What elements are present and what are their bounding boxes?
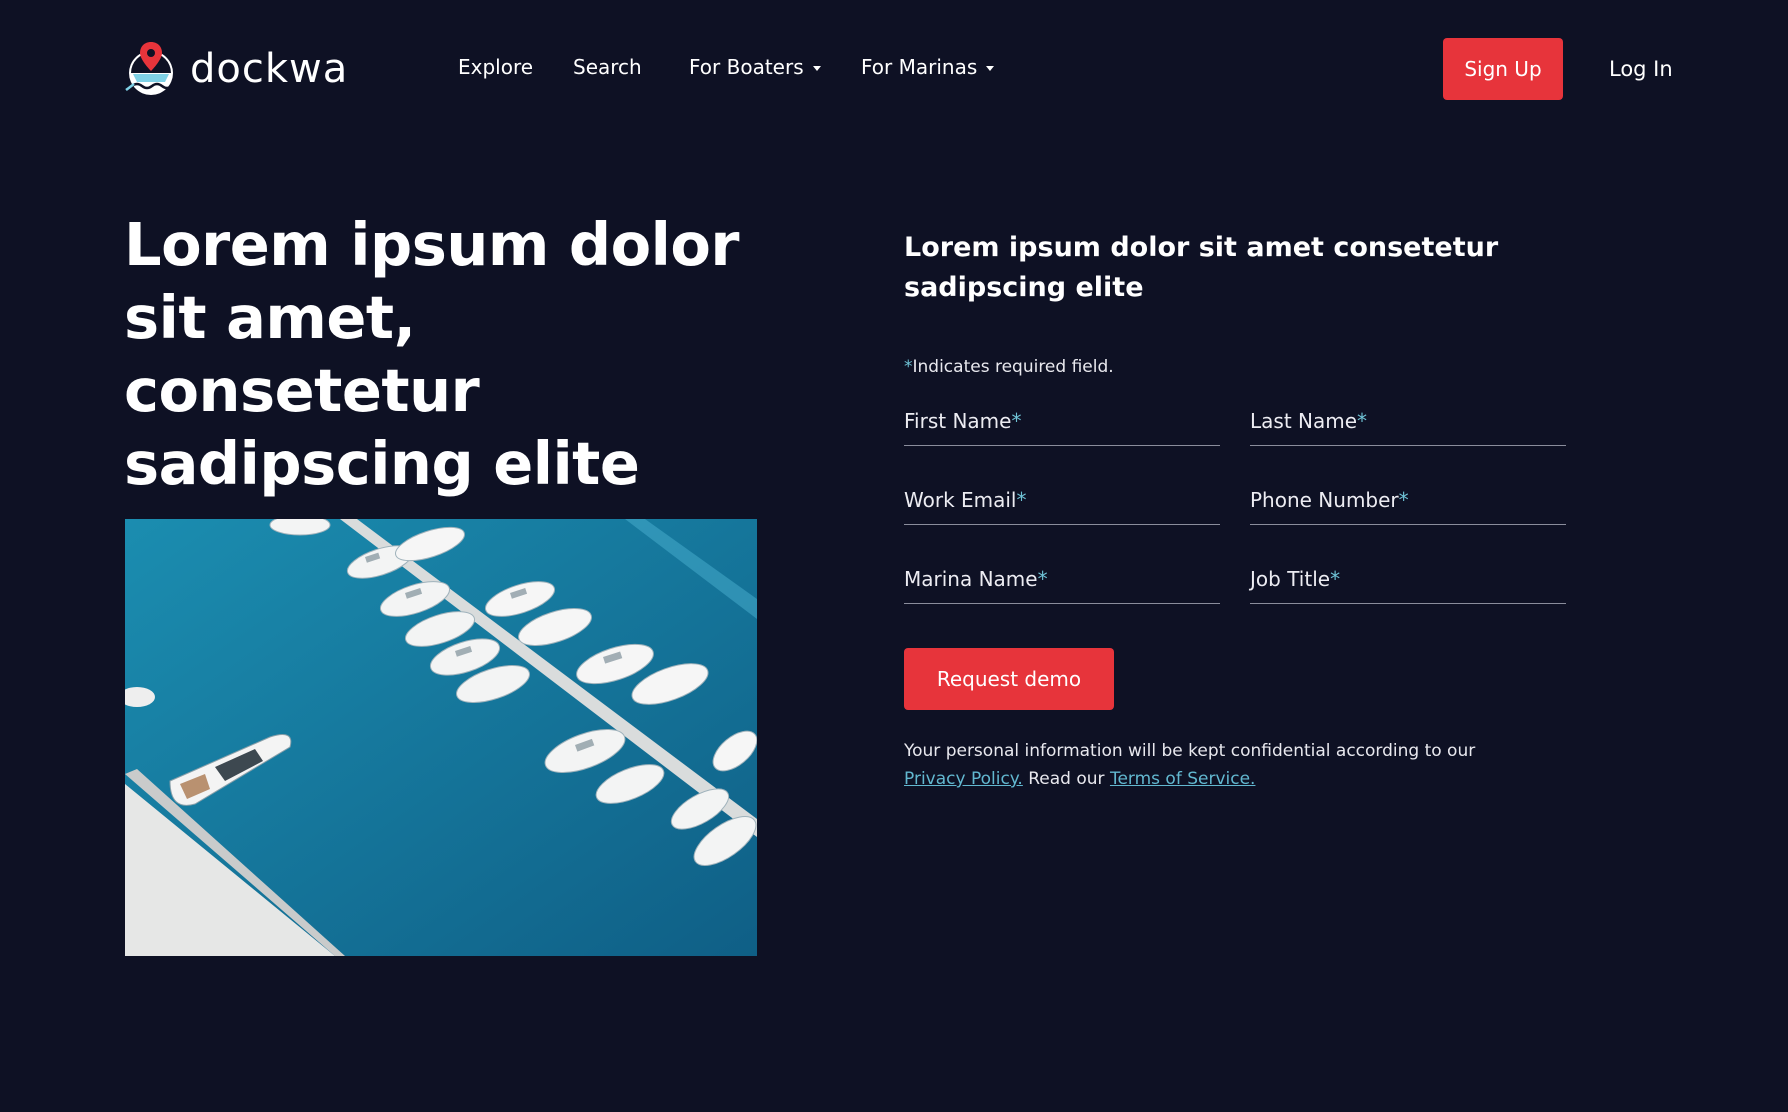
- required-note: *Indicates required field.: [904, 357, 1114, 377]
- job-title-field[interactable]: Job Title*: [1250, 555, 1566, 604]
- nav-for-boaters-label: For Boaters: [689, 55, 804, 79]
- phone-number-label: Phone Number*: [1250, 488, 1409, 512]
- job-title-label: Job Title*: [1250, 567, 1341, 591]
- location-pin-boat-icon: [125, 42, 173, 95]
- log-in-link[interactable]: Log In: [1609, 57, 1673, 81]
- marina-name-label: Marina Name*: [904, 567, 1048, 591]
- first-name-label: First Name*: [904, 409, 1022, 433]
- nav-search-label: Search: [573, 55, 642, 79]
- last-name-label: Last Name*: [1250, 409, 1368, 433]
- privacy-text: Your personal information will be kept c…: [904, 741, 1476, 761]
- nav-for-boaters[interactable]: For Boaters: [689, 55, 821, 79]
- marina-name-field[interactable]: Marina Name*: [904, 555, 1220, 604]
- phone-number-field[interactable]: Phone Number*: [1250, 476, 1566, 525]
- marina-photo: [125, 519, 757, 956]
- privacy-policy-link[interactable]: Privacy Policy.: [904, 769, 1023, 789]
- dockwa-logo[interactable]: dockwa: [124, 40, 348, 98]
- work-email-field[interactable]: Work Email*: [904, 476, 1220, 525]
- marina-boats-aerial-photo: [125, 519, 757, 956]
- brand-name: dockwa: [190, 46, 349, 92]
- terms-of-service-link[interactable]: Terms of Service.: [1110, 769, 1256, 789]
- caret-down-icon: [986, 66, 995, 71]
- form-heading: Lorem ipsum dolor sit amet consetetur sa…: [904, 232, 1499, 303]
- nav-explore[interactable]: Explore: [458, 55, 533, 79]
- request-demo-button[interactable]: Request demo: [904, 648, 1114, 710]
- nav-search[interactable]: Search: [573, 55, 642, 79]
- work-email-label: Work Email*: [904, 488, 1027, 512]
- nav-explore-label: Explore: [458, 55, 534, 79]
- nav-for-marinas-label: For Marinas: [861, 55, 978, 79]
- read-our-text: Read our: [1028, 769, 1105, 789]
- first-name-field[interactable]: First Name*: [904, 397, 1220, 446]
- last-name-field[interactable]: Last Name*: [1250, 397, 1566, 446]
- sign-up-button[interactable]: Sign Up: [1443, 38, 1563, 100]
- nav-for-marinas[interactable]: For Marinas: [861, 55, 995, 79]
- required-note-text: Indicates required field.: [912, 357, 1114, 377]
- required-marker: *: [904, 357, 913, 377]
- caret-down-icon: [812, 66, 821, 71]
- privacy-notice: Your personal information will be kept c…: [904, 737, 1544, 793]
- hero-title: Lorem ipsum dolor sit amet, consetetur s…: [124, 210, 739, 498]
